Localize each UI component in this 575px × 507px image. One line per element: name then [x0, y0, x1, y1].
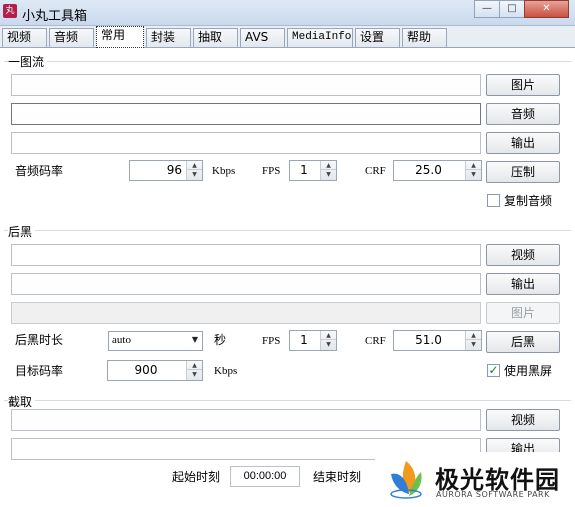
audio-bitrate-stepper[interactable]: 96 ▲ ▼	[129, 160, 203, 181]
tab-settings[interactable]: 设置	[355, 28, 400, 47]
tab-bar: 视频 音频 常用 封装 抽取 AVS MediaInfo 设置 帮助	[0, 26, 575, 48]
audio-path-field[interactable]	[11, 103, 481, 125]
black-video-path-field[interactable]	[11, 244, 481, 266]
stepper-up-icon[interactable]: ▲	[321, 161, 336, 170]
seconds-unit-label: 秒	[214, 333, 227, 347]
black-video-button[interactable]: 视频	[486, 244, 560, 266]
tab-video[interactable]: 视频	[2, 28, 47, 47]
end-time-label: 结束时刻	[313, 470, 362, 484]
tab-help[interactable]: 帮助	[402, 28, 447, 47]
stepper-down-icon[interactable]: ▼	[466, 170, 481, 179]
aurora-logo-icon	[390, 461, 422, 499]
stepper-down-icon[interactable]: ▼	[187, 170, 202, 179]
black-fps-stepper[interactable]: 1 ▲ ▼	[289, 330, 337, 351]
stepper-up-icon[interactable]: ▲	[321, 331, 336, 340]
clip-video-button[interactable]: 视频	[486, 409, 560, 431]
black-duration-value: auto	[112, 334, 131, 346]
fps-stepper[interactable]: 1 ▲ ▼	[289, 160, 337, 181]
audio-bitrate-label: 音频码率	[15, 164, 64, 178]
chevron-down-icon: ▼	[191, 335, 198, 344]
group-divider	[4, 400, 571, 401]
maximize-button[interactable]: □	[499, 0, 525, 18]
black-output-button[interactable]: 输出	[486, 273, 560, 295]
stepper-down-icon[interactable]: ▼	[187, 370, 202, 379]
output-button[interactable]: 输出	[486, 132, 560, 154]
group-divider	[4, 61, 571, 62]
window-title: 小丸工具箱	[22, 9, 88, 24]
check-icon: ✓	[488, 363, 499, 377]
black-image-button[interactable]: 图片	[486, 302, 560, 324]
black-button[interactable]: 后黑	[486, 331, 560, 353]
audio-button[interactable]: 音频	[486, 103, 560, 125]
image-button[interactable]: 图片	[486, 74, 560, 96]
crf-stepper[interactable]: 25.0 ▲ ▼	[393, 160, 482, 181]
tab-extract[interactable]: 抽取	[193, 28, 238, 47]
black-output-path-field[interactable]	[11, 273, 481, 295]
target-bitrate-value: 900	[134, 363, 158, 377]
stepper-up-icon[interactable]: ▲	[187, 161, 202, 170]
black-duration-select[interactable]: auto ▼	[108, 331, 203, 351]
copy-audio-label: 复制音频	[504, 194, 553, 208]
app-icon: 丸	[3, 4, 17, 18]
black-crf-value: 51.0	[415, 333, 442, 347]
output-path-field[interactable]	[11, 132, 481, 154]
black-crf-stepper[interactable]: 51.0 ▲ ▼	[393, 330, 482, 351]
group-divider	[4, 230, 571, 231]
crf-value: 25.0	[415, 163, 442, 177]
target-bitrate-stepper[interactable]: 900 ▲ ▼	[107, 360, 203, 381]
black-fps-label: FPS	[262, 335, 281, 347]
compress-button[interactable]: 压制	[486, 161, 560, 183]
stepper-up-icon[interactable]: ▲	[187, 361, 202, 370]
target-kbps-unit-label: Kbps	[214, 365, 238, 377]
target-bitrate-label: 目标码率	[15, 364, 64, 378]
copy-audio-checkbox[interactable]	[487, 194, 500, 207]
use-black-checkbox[interactable]: ✓	[487, 364, 500, 377]
tab-mux[interactable]: 封装	[146, 28, 191, 47]
use-black-label: 使用黑屏	[504, 364, 553, 378]
black-duration-label: 后黑时长	[15, 333, 64, 347]
stepper-down-icon[interactable]: ▼	[321, 170, 336, 179]
kbps-unit-label: Kbps	[212, 165, 236, 177]
start-time-input[interactable]: 00:00:00	[230, 466, 300, 487]
watermark-subtitle: AURORA SOFTWARE PARK	[436, 490, 550, 499]
black-crf-label: CRF	[365, 335, 386, 347]
tab-audio[interactable]: 音频	[49, 28, 94, 47]
black-image-path-field	[11, 302, 481, 324]
black-fps-value: 1	[300, 333, 308, 347]
minimize-button[interactable]: —	[474, 0, 500, 18]
fps-label: FPS	[262, 165, 281, 177]
close-button[interactable]: ✕	[524, 0, 569, 18]
group-title-one-image: 一图流	[8, 53, 48, 70]
clip-video-path-field[interactable]	[11, 409, 481, 431]
watermark: 极光软件园 AURORA SOFTWARE PARK	[375, 452, 575, 507]
group-title-black: 后黑	[8, 223, 36, 240]
tab-common[interactable]: 常用	[96, 26, 144, 48]
tab-mediainfo[interactable]: MediaInfo	[287, 28, 353, 47]
tab-avs[interactable]: AVS	[240, 28, 285, 47]
group-title-clip: 截取	[8, 393, 36, 410]
start-time-label: 起始时刻	[172, 470, 221, 484]
audio-bitrate-value: 96	[166, 163, 182, 177]
stepper-up-icon[interactable]: ▲	[466, 331, 481, 340]
fps-value: 1	[300, 163, 308, 177]
title-bar: 丸 小丸工具箱 — □ ✕	[0, 0, 575, 26]
stepper-down-icon[interactable]: ▼	[321, 340, 336, 349]
stepper-up-icon[interactable]: ▲	[466, 161, 481, 170]
crf-label: CRF	[365, 165, 386, 177]
image-path-field[interactable]	[11, 74, 481, 96]
stepper-down-icon[interactable]: ▼	[466, 340, 481, 349]
